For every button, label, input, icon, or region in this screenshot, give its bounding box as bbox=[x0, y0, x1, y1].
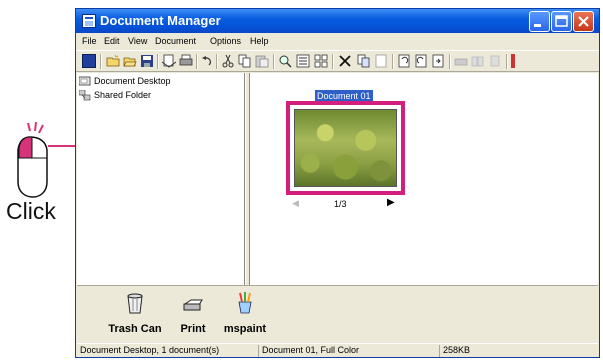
close-icon bbox=[578, 16, 589, 27]
maximize-icon bbox=[555, 15, 568, 27]
menu-edit[interactable]: Edit bbox=[104, 36, 120, 46]
paste-icon[interactable] bbox=[255, 54, 269, 68]
status-bar: Document Desktop, 1 document(s) Document… bbox=[77, 343, 598, 357]
cut-icon[interactable] bbox=[221, 54, 235, 68]
app-print[interactable]: Print bbox=[173, 292, 213, 335]
app-trash-can[interactable]: Trash Can bbox=[105, 292, 165, 335]
menu-file[interactable]: File bbox=[82, 36, 97, 46]
next-page-arrow[interactable]: ▶ bbox=[387, 197, 395, 208]
menu-view[interactable]: View bbox=[128, 36, 147, 46]
copy-page-icon[interactable] bbox=[357, 54, 371, 68]
toolbar bbox=[76, 50, 599, 72]
folder-tree: Document Desktop Shared Folder bbox=[77, 73, 245, 285]
menu-help[interactable]: Help bbox=[250, 36, 269, 46]
save-icon[interactable] bbox=[140, 54, 154, 68]
search-icon[interactable] bbox=[278, 54, 292, 68]
new-folder-icon[interactable] bbox=[106, 54, 120, 68]
rotate-icon[interactable] bbox=[431, 54, 445, 68]
app-label: Trash Can bbox=[108, 323, 162, 335]
app-mspaint[interactable]: mspaint bbox=[221, 292, 269, 335]
pages-disabled-icon[interactable] bbox=[471, 54, 485, 68]
more-tools-icon[interactable] bbox=[511, 54, 515, 68]
maximize-button[interactable] bbox=[551, 11, 572, 32]
prev-page-arrow[interactable]: ◀ bbox=[292, 198, 299, 209]
minimize-icon bbox=[534, 24, 541, 27]
status-size: 258KB bbox=[439, 345, 470, 357]
app-label: mspaint bbox=[223, 323, 267, 335]
document-manager-window: Document Manager File Edit View Document… bbox=[75, 8, 600, 358]
print-preview-icon[interactable] bbox=[162, 54, 176, 68]
desktop-icon bbox=[79, 76, 91, 86]
mouse-left-click-icon bbox=[17, 121, 48, 198]
menu-document[interactable]: Document bbox=[155, 36, 196, 46]
copy-icon[interactable] bbox=[238, 54, 252, 68]
application-bar: Trash Can Print mspaint bbox=[77, 285, 598, 343]
app-window-icon bbox=[82, 14, 96, 28]
app-icon[interactable] bbox=[82, 54, 96, 68]
document-thumbnail-image bbox=[294, 109, 397, 187]
blank-page-icon[interactable] bbox=[374, 54, 388, 68]
menu-bar: File Edit View Document Options Help bbox=[76, 33, 599, 50]
document-view: Document 01 ◀ 1/3 ▶ bbox=[249, 73, 598, 285]
paint-brushes-icon bbox=[238, 292, 252, 314]
app-label: Print bbox=[180, 323, 206, 335]
minimize-button[interactable] bbox=[529, 11, 550, 32]
trash-can-icon bbox=[127, 293, 143, 314]
status-document: Document 01, Full Color bbox=[258, 345, 359, 357]
title-bar[interactable]: Document Manager bbox=[76, 9, 599, 33]
tree-label: Shared Folder bbox=[94, 90, 152, 100]
view-details-icon[interactable] bbox=[296, 54, 310, 68]
view-thumbnails-icon[interactable] bbox=[314, 54, 328, 68]
open-folder-icon[interactable] bbox=[123, 54, 137, 68]
printer-icon bbox=[183, 299, 203, 311]
menu-options[interactable]: Options bbox=[210, 36, 241, 46]
document-thumbnail-selected[interactable] bbox=[286, 101, 405, 195]
undo-icon[interactable] bbox=[200, 54, 214, 68]
print-disabled-icon[interactable] bbox=[454, 54, 468, 68]
close-button[interactable] bbox=[573, 11, 594, 32]
click-label: Click bbox=[6, 198, 56, 224]
print-icon[interactable] bbox=[179, 54, 193, 68]
status-location: Document Desktop, 1 document(s) bbox=[80, 345, 220, 355]
tree-label: Document Desktop bbox=[94, 76, 171, 86]
page-indicator: 1/3 bbox=[334, 199, 347, 209]
rotate-right-icon[interactable] bbox=[414, 54, 428, 68]
rotate-left-icon[interactable] bbox=[397, 54, 411, 68]
delete-icon[interactable] bbox=[338, 54, 352, 68]
window-title: Document Manager bbox=[100, 13, 221, 28]
shared-folder-icon bbox=[79, 90, 91, 101]
page-disabled-icon[interactable] bbox=[488, 54, 502, 68]
